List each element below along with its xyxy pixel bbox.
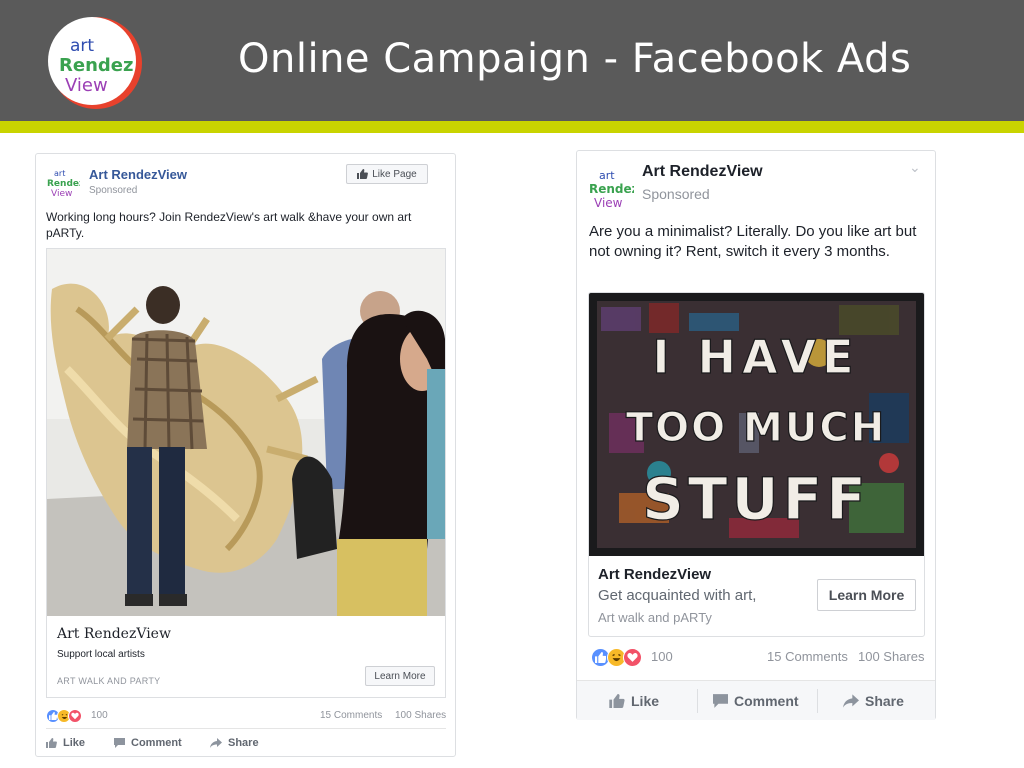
facebook-ad-card-2: art Rendez View Art RendezView Sponsored… — [576, 150, 936, 720]
image-text-line-2: TOO MUCH — [626, 405, 886, 451]
reaction-icons[interactable] — [591, 648, 642, 667]
comment-action-label: Comment — [131, 737, 182, 749]
page-avatar[interactable]: art Rendez View — [588, 165, 634, 211]
link-preview[interactable]: I HAVE TOO MUCH STUFF Art RendezView Get… — [588, 292, 925, 637]
link-title[interactable]: Art RendezView — [57, 626, 171, 642]
svg-text:art: art — [54, 169, 65, 178]
reaction-count[interactable]: 100 — [651, 649, 673, 664]
link-caption: ART WALK AND PARTY — [57, 676, 161, 686]
like-action-label: Like — [631, 693, 660, 709]
share-action-button[interactable]: Share — [210, 737, 259, 749]
image-text-line-3: STUFF — [642, 465, 870, 533]
svg-text:Rendez: Rendez — [47, 179, 80, 189]
ad-body-text: Working long hours? Join RendezView's ar… — [46, 210, 412, 240]
stuff-collage-photo: I HAVE TOO MUCH STUFF — [589, 293, 924, 556]
comments-count[interactable]: 15 Comments — [767, 649, 848, 664]
page-name-link[interactable]: Art RendezView — [89, 167, 187, 182]
comment-icon — [713, 694, 728, 708]
ad-body-text: Are you a minimalist? Literally. Do you … — [589, 223, 917, 260]
art-rendezview-logo: art Rendez View — [48, 17, 142, 109]
accent-bar — [0, 121, 1024, 133]
like-page-label: Like Page — [372, 168, 417, 180]
shares-count[interactable]: 100 Shares — [858, 649, 925, 664]
love-reaction-icon — [623, 648, 642, 667]
comment-icon — [114, 738, 125, 748]
share-icon — [210, 738, 222, 748]
link-caption: Art walk and pARTy — [598, 610, 712, 625]
svg-text:View: View — [594, 196, 623, 210]
page-name-link[interactable]: Art RendezView — [642, 163, 763, 181]
logo-text-rendez: Rendez — [59, 55, 133, 76]
svg-text:Rendez: Rendez — [589, 182, 634, 196]
share-action-button[interactable]: Share — [843, 693, 904, 709]
divider — [817, 689, 818, 713]
thumbs-up-icon — [357, 169, 369, 179]
learn-more-button[interactable]: Learn More — [365, 666, 435, 686]
like-page-button[interactable]: Like Page — [346, 164, 428, 184]
divider — [697, 689, 698, 713]
reaction-icons[interactable] — [46, 709, 82, 723]
divider — [46, 728, 446, 729]
thumbs-up-icon — [609, 694, 625, 708]
comments-count[interactable]: 15 Comments — [320, 710, 382, 721]
comment-action-label: Comment — [734, 693, 799, 709]
chevron-down-icon[interactable]: ⌄ — [909, 159, 921, 176]
logo-text-art: art — [70, 36, 94, 56]
link-title[interactable]: Art RendezView — [598, 566, 711, 583]
reaction-count[interactable]: 100 — [91, 710, 108, 721]
svg-text:View: View — [51, 189, 72, 199]
link-description: Support local artists — [57, 649, 145, 660]
svg-text:art: art — [599, 169, 615, 182]
share-icon — [843, 694, 859, 708]
facebook-ad-card-1: art Rendez View Art RendezView Sponsored… — [35, 153, 456, 757]
slide-title: Online Campaign - Facebook Ads — [238, 36, 912, 82]
learn-more-button[interactable]: Learn More — [817, 579, 916, 611]
share-action-label: Share — [228, 737, 259, 749]
like-action-label: Like — [63, 737, 86, 749]
comment-action-button[interactable]: Comment — [114, 737, 182, 749]
share-action-label: Share — [865, 693, 904, 709]
link-description: Get acquainted with art, — [598, 587, 757, 604]
sponsored-label: Sponsored — [642, 186, 710, 202]
link-preview[interactable]: Art RendezView Support local artists ART… — [46, 248, 446, 698]
action-bar: Like Comment Share — [577, 680, 935, 720]
shares-count[interactable]: 100 Shares — [395, 710, 446, 721]
image-text-line-1: I HAVE — [652, 330, 859, 384]
like-action-button[interactable]: Like — [609, 693, 659, 709]
gallery-photo — [47, 249, 445, 616]
sponsored-label: Sponsored — [89, 185, 138, 196]
like-action-button[interactable]: Like — [46, 737, 85, 749]
page-avatar[interactable]: art Rendez View — [46, 165, 80, 199]
love-reaction-icon — [68, 709, 82, 723]
comment-action-button[interactable]: Comment — [713, 693, 799, 709]
thumbs-up-icon — [46, 738, 57, 748]
logo-text-view: View — [65, 75, 108, 96]
